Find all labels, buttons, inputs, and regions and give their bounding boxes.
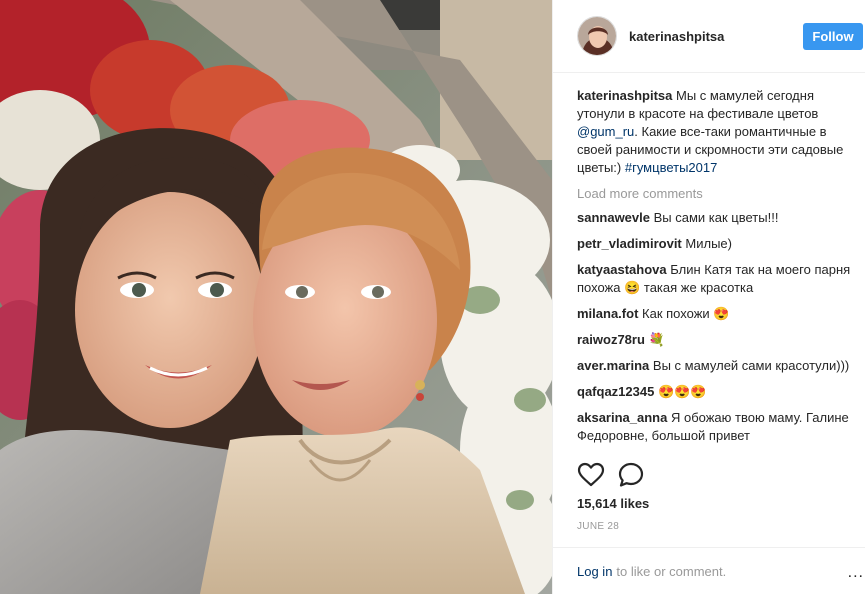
post-header: katerinashpitsa Follow xyxy=(553,0,865,73)
caption-mention-link[interactable]: @gum_ru xyxy=(577,124,634,139)
likes-count[interactable]: 15,614 likes xyxy=(577,496,649,511)
more-options-icon[interactable]: ... xyxy=(848,564,864,582)
login-link[interactable]: Log in xyxy=(577,564,612,579)
comment-username[interactable]: aver.marina xyxy=(577,358,649,373)
comment-item: aver.marina Вы с мамулей сами красотули)… xyxy=(577,357,853,375)
post-side-panel: katerinashpitsa Follow katerinashpitsa М… xyxy=(552,0,865,594)
avatar[interactable] xyxy=(577,16,617,56)
comment-text: 💐 xyxy=(648,332,665,347)
comment-text: Милые) xyxy=(685,236,732,251)
comment-username[interactable]: milana.fot xyxy=(577,306,638,321)
comment-item: sannawevle Вы сами как цветы!!! xyxy=(577,209,853,227)
comments-list: katerinashpitsa Мы с мамулей сегодня уто… xyxy=(553,73,865,455)
comment-item: milana.fot Как похожи 😍 xyxy=(577,305,853,323)
comment-username[interactable]: petr_vladimirovit xyxy=(577,236,682,251)
comment-text: Вы с мамулей сами красотули))) xyxy=(652,358,850,373)
follow-button[interactable]: Follow xyxy=(803,23,863,50)
login-prompt-text: to like or comment. xyxy=(616,563,727,579)
comment-text: 😍😍😍 xyxy=(657,384,707,399)
selfie-photo xyxy=(0,0,552,594)
comment-item: katyaastahova Блин Катя так на моего пар… xyxy=(577,261,853,297)
comment-item: qafqaz12345 😍😍😍 xyxy=(577,383,853,401)
comment-username[interactable]: katyaastahova xyxy=(577,262,667,277)
load-more-comments[interactable]: Load more comments xyxy=(577,185,853,203)
post-date[interactable]: JUNE 28 xyxy=(577,521,619,532)
caption-username[interactable]: katerinashpitsa xyxy=(577,88,672,103)
heart-outline-icon[interactable] xyxy=(577,461,605,489)
author-username[interactable]: katerinashpitsa xyxy=(629,29,724,44)
comment-item: aksarina_anna Я обожаю твою маму. Галине… xyxy=(577,409,853,445)
instagram-post: katerinashpitsa Follow katerinashpitsa М… xyxy=(0,0,865,594)
add-comment-bar: Log in to like or comment. ... xyxy=(553,547,865,594)
comment-username[interactable]: aksarina_anna xyxy=(577,410,667,425)
comment-username[interactable]: qafqaz12345 xyxy=(577,384,654,399)
post-photo[interactable] xyxy=(0,0,552,594)
comment-text: Вы сами как цветы!!! xyxy=(653,210,779,225)
comment-item: petr_vladimirovit Милые) xyxy=(577,235,853,253)
comment-item: raiwoz78ru 💐 xyxy=(577,331,853,349)
avatar-image xyxy=(578,17,616,55)
caption-hashtag-link[interactable]: #гумцветы2017 xyxy=(625,160,718,175)
comment-username[interactable]: sannawevle xyxy=(577,210,650,225)
speech-bubble-icon[interactable] xyxy=(617,461,645,489)
post-caption: katerinashpitsa Мы с мамулей сегодня уто… xyxy=(577,87,853,177)
comment-text: Как похожи 😍 xyxy=(642,306,730,321)
comment-username[interactable]: raiwoz78ru xyxy=(577,332,645,347)
post-actions xyxy=(577,460,857,490)
